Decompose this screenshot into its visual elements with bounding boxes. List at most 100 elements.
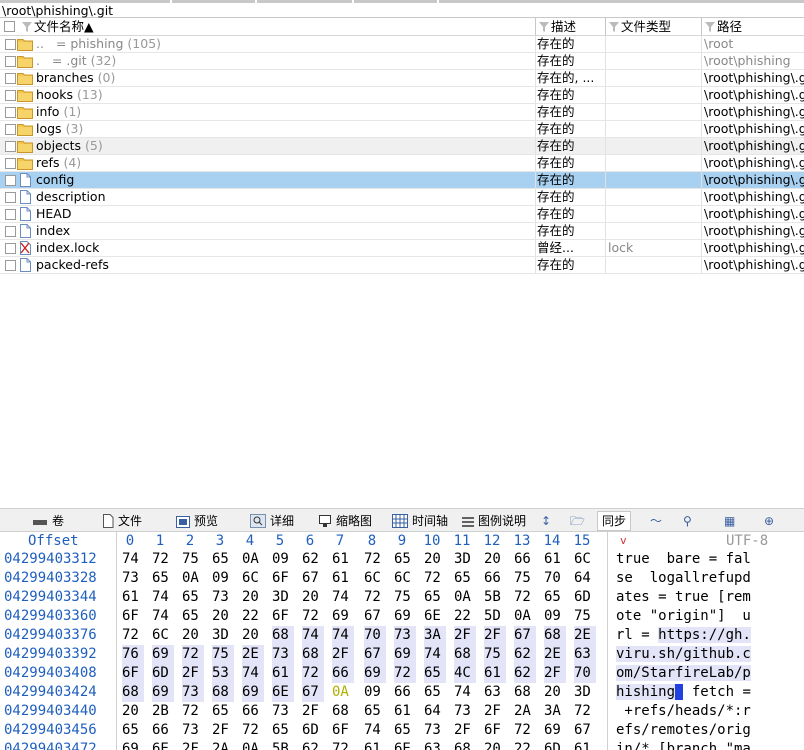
hex-byte[interactable]: 74 (332, 626, 354, 645)
hex-byte[interactable]: 66 (484, 569, 506, 588)
hex-byte[interactable]: 74 (242, 664, 264, 683)
hex-byte[interactable]: 53 (212, 664, 234, 683)
hex-byte[interactable]: 2F (484, 626, 506, 645)
hex-byte[interactable]: 69 (332, 607, 354, 626)
hex-byte[interactable]: 65 (424, 664, 446, 683)
hex-byte[interactable]: 73 (424, 721, 446, 740)
hex-byte[interactable]: 68 (514, 683, 536, 702)
file-row[interactable]: logs (3) 存在的 \root\phishing\.gi (0, 121, 804, 138)
hex-byte[interactable]: 6D (574, 588, 596, 607)
hex-byte[interactable]: 74 (454, 683, 476, 702)
filter-icon[interactable] (21, 22, 32, 32)
hex-byte[interactable]: 62 (514, 645, 536, 664)
name-cell[interactable]: info (1) (0, 104, 535, 120)
hex-byte[interactable]: 6F (122, 607, 144, 626)
row-checkbox[interactable] (5, 39, 16, 50)
hex-byte[interactable]: 68 (332, 702, 354, 721)
row-checkbox[interactable] (5, 192, 16, 203)
hex-byte[interactable]: 74 (332, 588, 354, 607)
hex-byte[interactable]: 72 (394, 664, 416, 683)
hex-byte[interactable]: 65 (424, 683, 446, 702)
hex-byte[interactable]: 72 (574, 702, 596, 721)
hex-row[interactable]: 04299403376 72 6C 20 3D 20 68 74 74 70 73 3A 2F 2F 67 6… (0, 626, 804, 645)
column-desc[interactable]: 描述 (535, 18, 605, 35)
file-row[interactable]: index.lock 曾经... lock \root\phishing\.gi (0, 240, 804, 257)
hex-byte[interactable]: 2E (242, 645, 264, 664)
hex-byte[interactable]: 61 (122, 588, 144, 607)
name-cell[interactable]: packed-refs (0, 257, 535, 273)
hex-byte[interactable]: 2F (484, 702, 506, 721)
name-cell[interactable]: .. = phishing (105) (0, 36, 535, 52)
hex-byte[interactable]: 6C (364, 569, 386, 588)
hex-byte[interactable]: 66 (242, 702, 264, 721)
row-checkbox[interactable] (5, 209, 16, 220)
hex-byte[interactable]: 75 (394, 588, 416, 607)
hex-byte[interactable]: 0A (332, 683, 354, 702)
hex-byte[interactable]: 72 (182, 702, 204, 721)
hex-byte[interactable]: 75 (212, 645, 234, 664)
row-checkbox[interactable] (5, 107, 16, 118)
hex-byte[interactable]: 65 (394, 550, 416, 569)
hex-byte[interactable]: 74 (424, 645, 446, 664)
row-checkbox[interactable] (5, 56, 16, 67)
hex-byte[interactable]: 73 (394, 626, 416, 645)
column-path[interactable]: 路径 (701, 18, 804, 35)
filter-icon[interactable] (609, 22, 619, 32)
row-checkbox[interactable] (5, 124, 16, 135)
hex-byte[interactable]: 3D (272, 588, 294, 607)
hex-byte[interactable]: 20 (424, 550, 446, 569)
hex-byte[interactable]: 3D (574, 683, 596, 702)
hex-byte[interactable]: 62 (302, 550, 324, 569)
hex-byte[interactable]: 73 (272, 702, 294, 721)
name-cell[interactable]: HEAD (0, 206, 535, 222)
hex-byte[interactable]: 6F (272, 607, 294, 626)
hex-byte[interactable]: 09 (364, 683, 386, 702)
hex-row[interactable]: 04299403456 65 66 73 2F 72 65 6D 6F 74 65 73 2F 6F 72 6… (0, 721, 804, 740)
hex-byte[interactable]: 20 (242, 588, 264, 607)
target-icon[interactable]: ⊕ (764, 512, 774, 530)
name-cell[interactable]: index (0, 223, 535, 239)
hex-byte[interactable]: 0A (242, 740, 264, 750)
row-checkbox[interactable] (5, 175, 16, 186)
hex-byte[interactable]: 65 (182, 588, 204, 607)
thumbnails-tab[interactable]: 缩略图 (318, 512, 372, 530)
file-row[interactable]: . = .git (32) 存在的 \root\phishing (0, 53, 804, 70)
hex-byte[interactable]: 69 (394, 607, 416, 626)
hex-byte[interactable]: 74 (152, 607, 174, 626)
file-tab[interactable]: 文件 (102, 512, 142, 530)
text-column[interactable]: efs/remotes/orig (616, 721, 751, 740)
hex-byte[interactable]: 65 (394, 721, 416, 740)
text-column[interactable]: ote "origin"] u (616, 607, 751, 626)
hex-byte[interactable]: 20 (544, 683, 566, 702)
filter-icon[interactable] (539, 22, 549, 32)
hex-byte[interactable]: 2F (212, 721, 234, 740)
hex-byte[interactable]: 63 (484, 683, 506, 702)
name-cell[interactable]: branches (0) (0, 70, 535, 86)
hex-byte[interactable]: 61 (332, 550, 354, 569)
hex-byte[interactable]: 65 (424, 588, 446, 607)
hex-byte[interactable]: 5B (484, 588, 506, 607)
hex-byte[interactable]: 6E (424, 607, 446, 626)
row-checkbox[interactable] (5, 226, 16, 237)
hex-byte[interactable]: 6C (242, 569, 264, 588)
legend-tab[interactable]: 图例说明 (462, 512, 526, 530)
hex-byte[interactable]: 0A (182, 569, 204, 588)
text-column[interactable]: true bare = fal (616, 550, 751, 569)
hex-byte[interactable]: 66 (514, 550, 536, 569)
text-column[interactable]: om/StarfireLab/p (616, 664, 751, 683)
hex-byte[interactable]: 73 (212, 588, 234, 607)
grid-tool-icon[interactable]: ▦ (724, 512, 735, 530)
name-cell[interactable]: logs (3) (0, 121, 535, 137)
hex-byte[interactable]: 67 (364, 607, 386, 626)
hex-byte[interactable]: 69 (152, 645, 174, 664)
hex-byte[interactable]: 2F (182, 740, 204, 750)
hex-row[interactable]: 04299403392 76 69 72 75 2E 73 68 2F 67 69 74 68 75 62 2… (0, 645, 804, 664)
hex-byte[interactable]: 65 (212, 702, 234, 721)
text-column[interactable]: hishing fetch = (616, 683, 751, 702)
hex-byte[interactable]: 65 (272, 721, 294, 740)
hex-byte[interactable]: 70 (364, 626, 386, 645)
name-cell[interactable]: . = .git (32) (0, 53, 535, 69)
hex-byte[interactable]: 74 (364, 721, 386, 740)
hex-byte[interactable]: 67 (514, 626, 536, 645)
hex-byte[interactable]: 20 (182, 626, 204, 645)
